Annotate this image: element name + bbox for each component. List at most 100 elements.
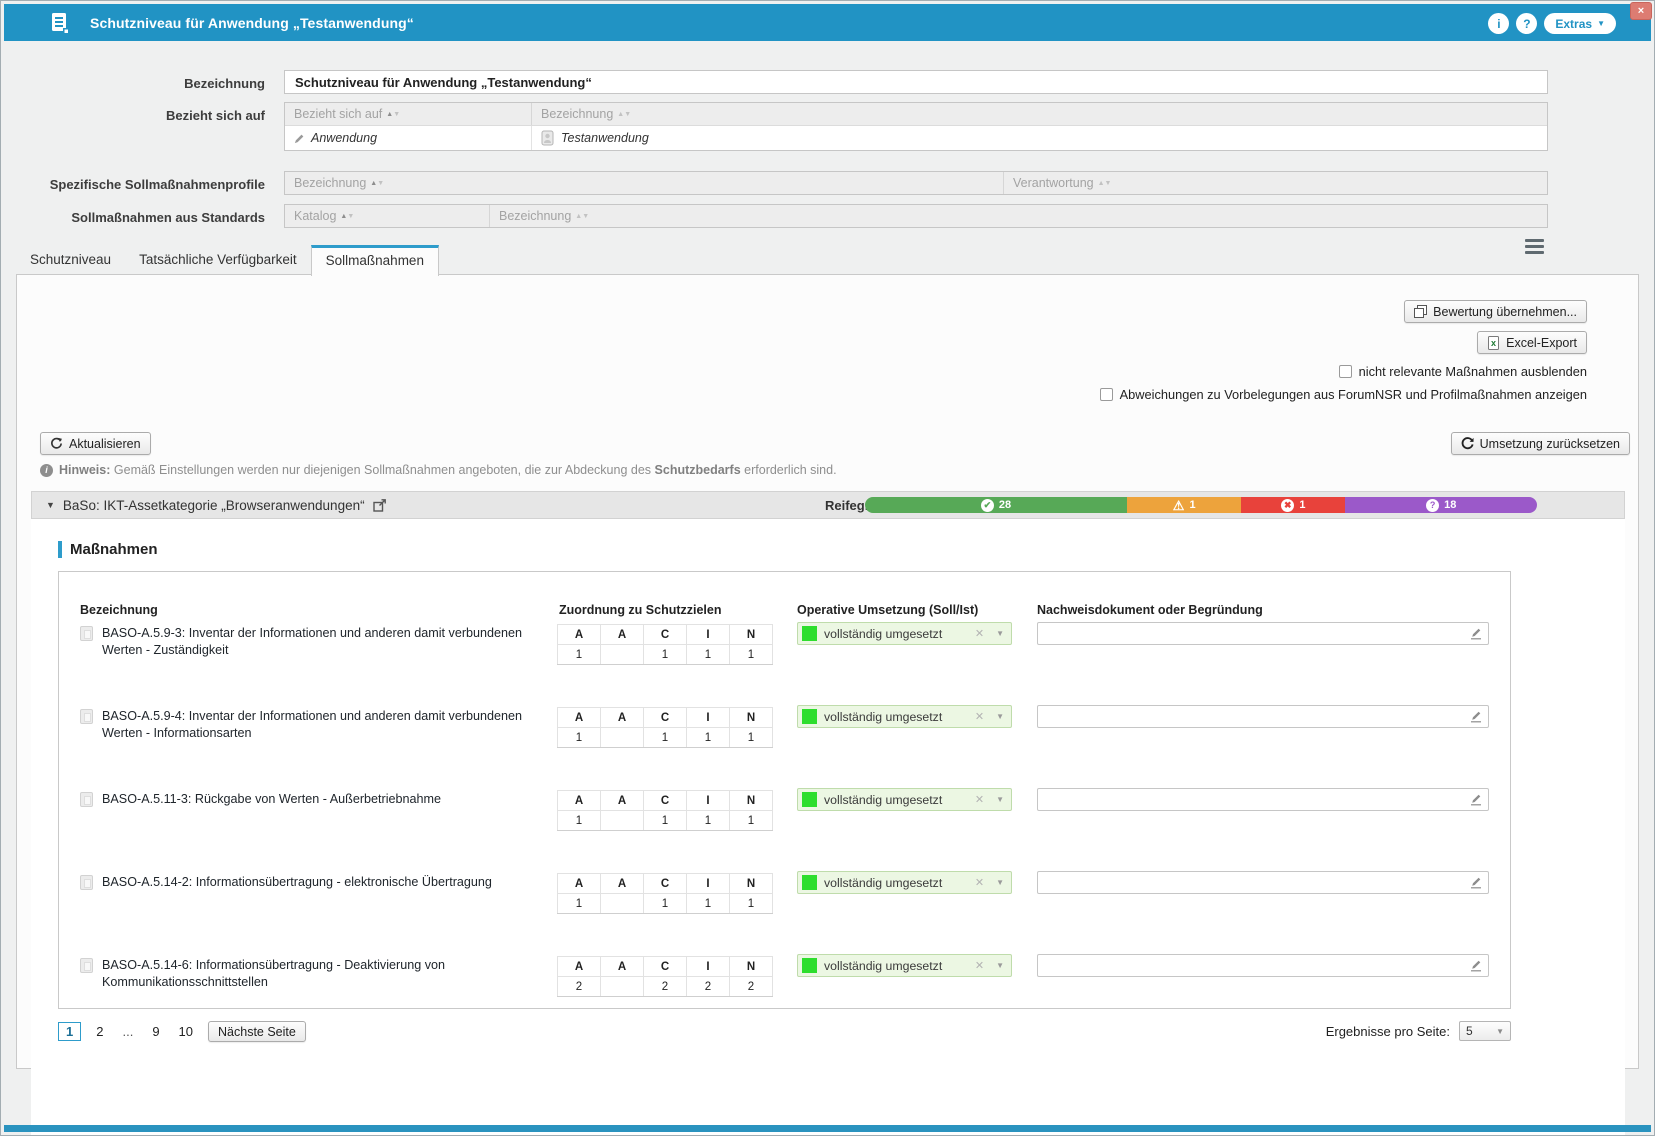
chevron-down-icon[interactable]: ▼ <box>996 712 1004 721</box>
goal-col: A <box>601 791 644 811</box>
column-header-standards-bezeichnung[interactable]: Bezeichnung ▲▼ <box>490 205 1547 227</box>
checkbox[interactable] <box>1100 388 1113 401</box>
clear-icon[interactable]: ✕ <box>975 793 984 806</box>
umsetzung-zuruecksetzen-button[interactable]: Umsetzung zurücksetzen <box>1451 432 1630 455</box>
table-row[interactable]: Anwendung Testanwendung <box>285 125 1547 150</box>
bezeichnung-field[interactable]: Schutzniveau für Anwendung „Testanwendun… <box>284 70 1548 94</box>
checkbox[interactable] <box>1339 365 1352 378</box>
edit-icon[interactable] <box>1469 792 1483 811</box>
goal-value: 1 <box>558 728 601 748</box>
goal-value <box>601 645 644 665</box>
help-icon[interactable]: ? <box>1516 13 1537 34</box>
edit-icon[interactable] <box>1469 709 1483 728</box>
goal-value: 2 <box>730 977 773 997</box>
chevron-down-icon[interactable]: ▼ <box>996 878 1004 887</box>
measure-checkbox-icon[interactable] <box>80 626 93 641</box>
nachweis-input[interactable] <box>1037 954 1489 977</box>
bewertung-uebernehmen-button[interactable]: Bewertung übernehmen... <box>1404 300 1587 323</box>
hide-irrelevant-checkbox-row[interactable]: nicht relevante Maßnahmen ausblenden <box>1339 364 1587 379</box>
page-ellipsis: ... <box>118 1023 137 1040</box>
reifegrad-segment-unknown[interactable]: ? 18 <box>1345 497 1537 513</box>
nachweis-input[interactable] <box>1037 788 1489 811</box>
page-1[interactable]: 1 <box>58 1022 81 1041</box>
edit-icon[interactable] <box>1469 958 1483 977</box>
clear-icon[interactable]: ✕ <box>975 876 984 889</box>
goal-col: A <box>558 957 601 977</box>
info-icon: i <box>40 464 53 477</box>
header-bezeichnung: Bezeichnung <box>80 603 158 617</box>
clear-icon[interactable]: ✕ <box>975 627 984 640</box>
standards-grid: Katalog ▲▼ Bezeichnung ▲▼ <box>284 204 1548 228</box>
aktualisieren-button[interactable]: Aktualisieren <box>40 432 151 455</box>
collapse-icon[interactable]: ▼ <box>46 500 55 510</box>
close-button[interactable]: × <box>1630 2 1652 20</box>
status-color-square <box>802 958 817 973</box>
nachweis-input[interactable] <box>1037 871 1489 894</box>
goal-value: 2 <box>644 977 687 997</box>
clear-icon[interactable]: ✕ <box>975 710 984 723</box>
page-10[interactable]: 10 <box>175 1023 197 1040</box>
chevron-down-icon: ▼ <box>1496 1027 1504 1036</box>
per-page-select[interactable]: 5 ▼ <box>1459 1021 1511 1041</box>
goal-col: N <box>730 625 773 645</box>
nachweis-input[interactable] <box>1037 622 1489 645</box>
goal-value: 1 <box>644 811 687 831</box>
schutzziele-table: A A C I N 1 1 1 <box>557 873 773 914</box>
show-deviations-checkbox-row[interactable]: Abweichungen zu Vorbelegungen aus ForumN… <box>1100 387 1587 402</box>
chevron-down-icon[interactable]: ▼ <box>996 795 1004 804</box>
umsetzung-select[interactable]: vollständig umgesetzt ✕ ▼ <box>797 788 1012 811</box>
goal-col: C <box>644 708 687 728</box>
umsetzung-select[interactable]: vollständig umgesetzt ✕ ▼ <box>797 954 1012 977</box>
tab-bar: Schutzniveau Tatsächliche Verfügbarkeit … <box>16 244 439 275</box>
umsetzung-select[interactable]: vollständig umgesetzt ✕ ▼ <box>797 622 1012 645</box>
page-9[interactable]: 9 <box>148 1023 163 1040</box>
list-view-icon[interactable] <box>1525 239 1544 255</box>
reifegrad-segment-error[interactable]: ✖ 1 <box>1241 497 1345 513</box>
column-header-verantwortung[interactable]: Verantwortung ▲▼ <box>1004 172 1547 194</box>
column-header-bezieht-sich-auf[interactable]: Bezieht sich auf ▲▼ <box>285 103 532 125</box>
edit-icon[interactable] <box>1469 626 1483 645</box>
excel-icon: x <box>1487 336 1500 350</box>
goal-value: 2 <box>687 977 730 997</box>
profile-grid: Bezeichnung ▲▼ Verantwortung ▲▼ <box>284 171 1548 195</box>
goal-value: 1 <box>687 811 730 831</box>
info-icon[interactable]: i <box>1488 13 1509 34</box>
column-header-katalog[interactable]: Katalog ▲▼ <box>285 205 490 227</box>
goal-value: 1 <box>644 645 687 665</box>
goal-value: 1 <box>644 728 687 748</box>
sort-icons: ▲▼ <box>386 111 400 118</box>
status-color-square <box>802 875 817 890</box>
tab-tatsaechliche-verfuegbarkeit[interactable]: Tatsächliche Verfügbarkeit <box>125 245 311 275</box>
massnahmen-area: Maßnahmen Bezeichnung Zuordnung zu Schut… <box>31 519 1625 1136</box>
column-header-profile-bezeichnung[interactable]: Bezeichnung ▲▼ <box>285 172 1004 194</box>
measure-checkbox-icon[interactable] <box>80 958 93 973</box>
umsetzung-select[interactable]: vollständig umgesetzt ✕ ▼ <box>797 871 1012 894</box>
goal-col: A <box>558 874 601 894</box>
nachweis-input[interactable] <box>1037 705 1489 728</box>
umsetzung-select[interactable]: vollständig umgesetzt ✕ ▼ <box>797 705 1012 728</box>
goal-col: A <box>601 957 644 977</box>
reifegrad-segment-ok[interactable]: ✔ 28 <box>865 497 1127 513</box>
cross-icon: ✖ <box>1281 499 1294 512</box>
edit-icon[interactable] <box>1469 875 1483 894</box>
chevron-down-icon[interactable]: ▼ <box>996 961 1004 970</box>
goal-value: 1 <box>558 894 601 914</box>
reifegrad-segment-warning[interactable]: ⚠ 1 <box>1127 497 1241 513</box>
page-2[interactable]: 2 <box>92 1023 107 1040</box>
excel-export-button[interactable]: x Excel-Export <box>1477 331 1587 354</box>
profile-label: Spezifische Sollmaßnahmenprofile <box>1 177 265 192</box>
bezieht-sich-auf-label: Bezieht sich auf <box>1 108 265 123</box>
chevron-down-icon[interactable]: ▼ <box>996 629 1004 638</box>
measure-checkbox-icon[interactable] <box>80 792 93 807</box>
measure-checkbox-icon[interactable] <box>80 875 93 890</box>
goal-col: C <box>644 625 687 645</box>
tab-sollmassnahmen[interactable]: Sollmaßnahmen <box>311 245 439 276</box>
measure-name: BASO-A.5.14-6: Informationsübertragung -… <box>102 957 547 991</box>
extras-button[interactable]: Extras▼ <box>1544 13 1616 34</box>
tab-schutzniveau[interactable]: Schutzniveau <box>16 245 125 275</box>
measure-checkbox-icon[interactable] <box>80 709 93 724</box>
external-link-icon[interactable] <box>373 499 386 512</box>
next-page-button[interactable]: Nächste Seite <box>208 1021 306 1042</box>
column-header-bezeichnung[interactable]: Bezeichnung ▲▼ <box>532 103 1547 125</box>
clear-icon[interactable]: ✕ <box>975 959 984 972</box>
